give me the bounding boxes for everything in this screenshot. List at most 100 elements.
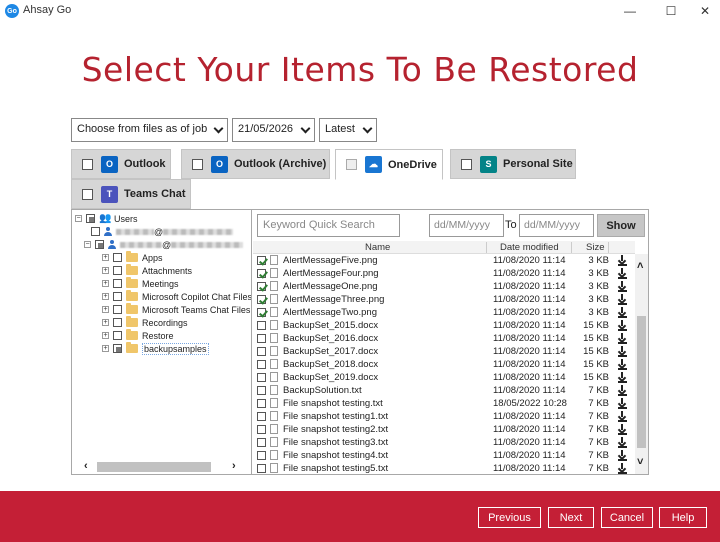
download-icon[interactable] <box>618 397 627 409</box>
file-checkbox[interactable] <box>257 464 266 473</box>
job-date-select[interactable]: 21/05/2026 <box>232 118 315 142</box>
tab-personal-site[interactable]: S Personal Site <box>450 149 576 179</box>
maximize-button[interactable]: ☐ <box>656 0 686 22</box>
scrollbar-thumb[interactable] <box>97 462 211 472</box>
tree-node-folder[interactable]: + Apps <box>102 251 163 264</box>
download-icon[interactable] <box>618 332 627 344</box>
tree-checkbox[interactable] <box>91 227 100 236</box>
file-row[interactable]: BackupSet_2019.docx 11/08/2020 11:14 15 KB <box>253 371 635 384</box>
tree-checkbox[interactable] <box>113 279 122 288</box>
date-to-input[interactable]: dd/MM/yyyy <box>519 214 594 237</box>
download-icon[interactable] <box>618 449 627 461</box>
tab-checkbox[interactable] <box>192 158 203 170</box>
file-checkbox[interactable] <box>257 425 266 434</box>
download-icon[interactable] <box>618 254 627 266</box>
tree-checkbox[interactable] <box>113 266 122 275</box>
tree-checkbox[interactable] <box>113 331 122 340</box>
file-row[interactable]: BackupSet_2016.docx 11/08/2020 11:14 15 KB <box>253 332 635 345</box>
file-row[interactable]: File snapshot testing3.txt 11/08/2020 11:… <box>253 436 635 449</box>
tree-checkbox[interactable] <box>113 292 122 301</box>
previous-button[interactable]: Previous <box>478 507 541 528</box>
keyword-search-input[interactable]: Keyword Quick Search <box>257 214 400 237</box>
file-checkbox[interactable] <box>257 373 266 382</box>
file-checkbox[interactable] <box>257 321 266 330</box>
file-row[interactable]: BackupSet_2015.docx 11/08/2020 11:14 15 KB <box>253 319 635 332</box>
download-icon[interactable] <box>618 384 627 396</box>
download-icon[interactable] <box>618 319 627 331</box>
tree-checkbox[interactable] <box>113 305 122 314</box>
tree-checkbox[interactable] <box>95 240 104 249</box>
file-checkbox[interactable] <box>257 399 266 408</box>
tab-checkbox[interactable] <box>461 158 472 170</box>
download-icon[interactable] <box>618 267 627 279</box>
expand-icon[interactable]: + <box>102 280 109 287</box>
expand-icon[interactable]: + <box>102 306 109 313</box>
download-icon[interactable] <box>618 436 627 448</box>
download-icon[interactable] <box>618 306 627 318</box>
download-icon[interactable] <box>618 423 627 435</box>
help-button[interactable]: Help <box>659 507 707 528</box>
column-name[interactable]: Name <box>365 242 390 253</box>
tree-checkbox[interactable] <box>113 253 122 262</box>
close-button[interactable]: ✕ <box>690 0 720 22</box>
file-row[interactable]: BackupSet_2018.docx 11/08/2020 11:14 15 KB <box>253 358 635 371</box>
collapse-icon[interactable]: − <box>84 241 91 248</box>
file-checkbox[interactable] <box>257 360 266 369</box>
tree-node-folder[interactable]: + Meetings <box>102 277 179 290</box>
show-button[interactable]: Show <box>597 214 645 237</box>
download-icon[interactable] <box>618 280 627 292</box>
file-checkbox[interactable] <box>257 334 266 343</box>
version-select[interactable]: Latest <box>319 118 377 142</box>
file-checkbox[interactable] <box>257 308 266 317</box>
tree-node-users[interactable]: − 👥 Users <box>75 212 138 225</box>
expand-icon[interactable]: + <box>102 319 109 326</box>
tab-outlook[interactable]: O Outlook <box>71 149 171 179</box>
tree-horizontal-scrollbar[interactable]: ‹ › <box>72 460 251 474</box>
file-row[interactable]: AlertMessageThree.png 11/08/2020 11:14 3 K… <box>253 293 635 306</box>
file-checkbox[interactable] <box>257 269 266 278</box>
scroll-up-icon[interactable]: ˄ <box>637 260 643 272</box>
expand-icon[interactable]: + <box>102 267 109 274</box>
file-row[interactable]: BackupSolution.txt 11/08/2020 11:14 7 KB <box>253 384 635 397</box>
tree-node-folder[interactable]: + Microsoft Teams Chat Files <box>102 303 250 316</box>
tree-node-folder-selected[interactable]: + backupsamples <box>102 342 209 355</box>
job-mode-select[interactable]: Choose from files as of job <box>71 118 228 142</box>
scrollbar-thumb[interactable] <box>637 316 646 448</box>
expand-icon[interactable]: + <box>102 345 109 352</box>
file-row[interactable]: File snapshot testing5.txt 11/08/2020 11:… <box>253 462 635 474</box>
tree-node-folder[interactable]: + Recordings <box>102 316 188 329</box>
download-icon[interactable] <box>618 410 627 422</box>
file-row[interactable]: File snapshot testing1.txt 11/08/2020 11:… <box>253 410 635 423</box>
file-row[interactable]: File snapshot testing4.txt 11/08/2020 11:… <box>253 449 635 462</box>
download-icon[interactable] <box>618 462 627 474</box>
file-checkbox[interactable] <box>257 451 266 460</box>
cancel-button[interactable]: Cancel <box>601 507 653 528</box>
expand-icon[interactable]: + <box>102 293 109 300</box>
tree-checkbox[interactable] <box>113 318 122 327</box>
file-checkbox[interactable] <box>257 412 266 421</box>
tree-node-folder[interactable]: + Restore <box>102 329 174 342</box>
file-checkbox[interactable] <box>257 256 266 265</box>
file-row[interactable]: AlertMessageOne.png 11/08/2020 11:14 3 KB <box>253 280 635 293</box>
tree-checkbox[interactable] <box>113 344 122 353</box>
file-row[interactable]: AlertMessageTwo.png 11/08/2020 11:14 3 KB <box>253 306 635 319</box>
file-list-vertical-scrollbar[interactable]: ˄ ˅ <box>635 254 648 474</box>
file-checkbox[interactable] <box>257 282 266 291</box>
tab-outlook-archive[interactable]: O Outlook (Archive) <box>181 149 330 179</box>
tab-checkbox[interactable] <box>346 159 357 170</box>
column-size[interactable]: Size <box>586 242 604 253</box>
file-checkbox[interactable] <box>257 438 266 447</box>
file-row[interactable]: File snapshot testing2.txt 11/08/2020 11:… <box>253 423 635 436</box>
tab-checkbox[interactable] <box>82 158 93 170</box>
download-icon[interactable] <box>618 293 627 305</box>
scroll-right-icon[interactable]: › <box>232 460 236 472</box>
file-checkbox[interactable] <box>257 347 266 356</box>
expand-icon[interactable]: + <box>102 332 109 339</box>
file-row[interactable]: BackupSet_2017.docx 11/08/2020 11:14 15 KB <box>253 345 635 358</box>
download-icon[interactable] <box>618 371 627 383</box>
collapse-icon[interactable]: − <box>75 215 82 222</box>
column-date-modified[interactable]: Date modified <box>500 242 559 253</box>
next-button[interactable]: Next <box>548 507 594 528</box>
file-checkbox[interactable] <box>257 386 266 395</box>
tab-checkbox[interactable] <box>82 188 93 200</box>
